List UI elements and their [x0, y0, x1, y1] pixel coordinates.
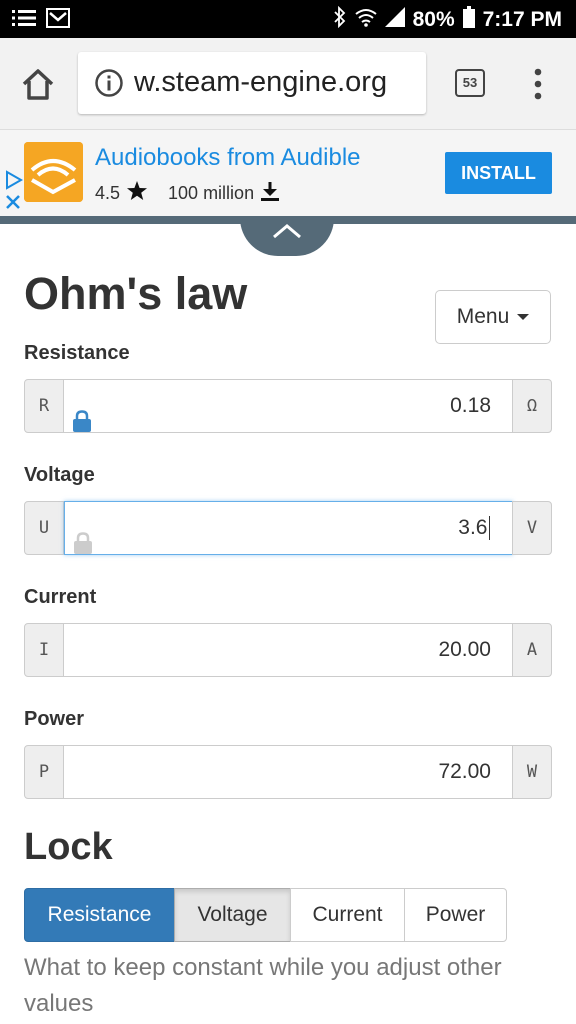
power-symbol: P	[24, 745, 64, 799]
close-icon[interactable]	[4, 193, 22, 216]
menu-list-icon	[12, 8, 36, 33]
current-input[interactable]: 20.00	[64, 623, 513, 677]
resistance-input[interactable]: 0.18	[64, 379, 513, 433]
text-cursor	[488, 516, 490, 541]
voltage-label: Voltage	[24, 464, 95, 486]
current-input-group: I 20.00 A	[24, 623, 552, 677]
current-unit: A	[512, 623, 552, 677]
lock-button-group: Resistance Voltage Current Power	[24, 888, 507, 942]
power-label: Power	[24, 708, 85, 730]
collapse-header-button[interactable]	[240, 218, 334, 256]
voltage-input-group: U 3.6 V	[24, 501, 552, 555]
resistance-label: Resistance	[24, 342, 130, 364]
ad-downloads: 100 million	[168, 183, 255, 203]
star-icon	[126, 180, 148, 207]
signal-icon	[384, 7, 405, 33]
browser-toolbar: w.steam-engine.org 53	[0, 38, 576, 130]
page-title: Ohm's law	[24, 268, 248, 319]
url-bar[interactable]: w.steam-engine.org	[78, 52, 426, 114]
power-value: 72.00	[438, 760, 491, 783]
download-icon	[260, 180, 280, 207]
ad-choices-icon[interactable]	[4, 170, 24, 190]
lock-help-text: What to keep constant while you adjust o…	[24, 954, 502, 1017]
more-vert-icon[interactable]	[528, 66, 548, 102]
home-icon[interactable]	[18, 64, 58, 104]
info-icon[interactable]	[94, 68, 124, 98]
lock-icon[interactable]	[72, 400, 92, 432]
url-text: w.steam-engine.org	[134, 66, 388, 98]
power-input-group: P 72.00 W	[24, 745, 552, 799]
lock-icon[interactable]	[73, 522, 93, 554]
voltage-value: 3.6	[458, 516, 488, 539]
menu-button[interactable]: Menu	[435, 290, 551, 344]
ad-banner[interactable]: Audiobooks from Audible 4.5 100 million …	[0, 130, 576, 218]
battery-icon	[462, 6, 475, 34]
status-bar: 80% 7:17 PM	[0, 0, 576, 38]
resistance-input-group: R 0.18 Ω	[24, 379, 552, 433]
tab-switcher-button[interactable]: 53	[455, 69, 485, 97]
battery-level: 80%	[412, 8, 455, 31]
power-unit: W	[512, 745, 552, 799]
lock-current-button[interactable]: Current	[290, 888, 405, 942]
voltage-unit: V	[512, 501, 552, 555]
ad-rating-value: 4.5	[95, 183, 121, 203]
audible-logo	[24, 142, 83, 202]
voltage-input[interactable]: 3.6	[64, 501, 513, 555]
menu-button-label: Menu	[456, 305, 510, 328]
ad-meta: 4.5 100 million	[95, 180, 280, 207]
current-symbol: I	[24, 623, 64, 677]
lock-resistance-button[interactable]: Resistance	[24, 888, 175, 942]
lock-voltage-button[interactable]: Voltage	[174, 888, 291, 942]
resistance-value: 0.18	[450, 394, 491, 417]
current-label: Current	[24, 586, 97, 608]
current-value: 20.00	[438, 638, 491, 661]
ad-title[interactable]: Audiobooks from Audible	[95, 144, 361, 172]
resistance-symbol: R	[24, 379, 64, 433]
power-input[interactable]: 72.00	[64, 745, 513, 799]
install-button[interactable]: INSTALL	[445, 152, 552, 194]
caret-down-icon	[517, 314, 530, 320]
chevron-up-icon	[273, 224, 301, 239]
wifi-icon	[354, 7, 377, 33]
mail-icon	[46, 8, 70, 33]
resistance-unit: Ω	[512, 379, 552, 433]
voltage-symbol: U	[24, 501, 64, 555]
lock-section-title: Lock	[24, 826, 113, 868]
lock-power-button[interactable]: Power	[404, 888, 507, 942]
bluetooth-icon	[333, 5, 347, 34]
clock: 7:17 PM	[482, 8, 562, 31]
